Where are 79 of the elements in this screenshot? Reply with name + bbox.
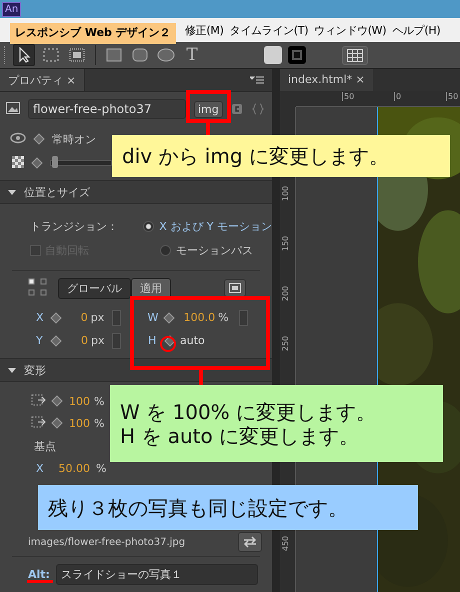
- disclosure-triangle-icon[interactable]: [8, 368, 16, 372]
- unit-label[interactable]: %: [94, 394, 112, 408]
- mode-toggle[interactable]: 適用: [131, 278, 171, 298]
- disclosure-triangle-icon[interactable]: [8, 190, 16, 194]
- app-icon: An: [2, 2, 22, 16]
- alt-label: Alt:: [28, 568, 50, 580]
- mode-toggle[interactable]: グローバル: [58, 278, 131, 298]
- scale-value[interactable]: 100: [68, 394, 90, 408]
- callout-note: div から img に変更します。: [112, 135, 450, 177]
- alt-text-field[interactable]: スライドショーの写真１: [56, 564, 258, 584]
- ruler-label: 50: [342, 92, 354, 101]
- document-tab[interactable]: index.html* ×: [280, 69, 373, 91]
- class-icon[interactable]: [230, 103, 243, 115]
- keyframe-icon[interactable]: [31, 157, 43, 169]
- highlight-circle: [160, 336, 176, 352]
- menu-item[interactable]: タイムライン(T): [226, 22, 312, 38]
- menu-item[interactable]: ウィンドウ(W): [311, 22, 390, 38]
- field-label: X: [36, 311, 45, 324]
- unit-label[interactable]: %: [94, 416, 112, 430]
- ruler-label: 250: [281, 336, 290, 352]
- field-label: H: [148, 334, 158, 347]
- unit-label[interactable]: %: [218, 311, 236, 324]
- fill-color-swatch[interactable]: [264, 46, 282, 64]
- keyframe-icon[interactable]: [50, 334, 62, 346]
- image-path: images/flower-free-photo37.jpg: [28, 536, 186, 548]
- element-name-field[interactable]: flower-free-photo37: [28, 99, 186, 119]
- unit-label[interactable]: px: [90, 311, 109, 324]
- origin-label: 基点: [34, 438, 56, 454]
- field-label: Y: [36, 334, 44, 347]
- panel-tab[interactable]: プロパティ ×: [0, 69, 84, 91]
- ruler-label: 200: [281, 286, 290, 302]
- section-header[interactable]: 変形: [0, 358, 272, 382]
- callout-note: W を 100% に変更します。 H を auto に変更します。: [110, 385, 443, 462]
- radio-button[interactable]: モーションパス: [160, 242, 253, 258]
- stroke-color-swatch[interactable]: [288, 46, 306, 64]
- section-title: 位置とサイズ: [24, 184, 90, 200]
- highlight-underline: [27, 580, 53, 583]
- project-badge: レスポンシブ Web デザイン２: [10, 23, 176, 44]
- swap-icon[interactable]: [238, 532, 262, 552]
- close-icon[interactable]: ×: [66, 74, 76, 87]
- field-label: X: [36, 462, 45, 474]
- keyframe-icon[interactable]: [50, 312, 62, 324]
- transition-label: トランジション：: [30, 218, 119, 234]
- checker-icon: [12, 156, 24, 170]
- arrow-tool-icon[interactable]: [13, 44, 35, 66]
- ruler-label: 150: [281, 236, 290, 252]
- highlight-frame: [186, 90, 231, 123]
- close-icon[interactable]: ×: [356, 73, 365, 86]
- scale-value[interactable]: 100: [68, 416, 90, 430]
- unit-label[interactable]: %: [96, 462, 114, 474]
- origin-x-value[interactable]: 50.00: [52, 462, 90, 474]
- keyframe-icon[interactable]: [51, 395, 63, 407]
- unit-label[interactable]: px: [91, 334, 109, 347]
- width-value[interactable]: 100.0: [179, 311, 216, 324]
- menu-item[interactable]: 修正(M): [182, 22, 227, 38]
- image-icon: [6, 102, 20, 116]
- callout-note: 残り３枚の写真も同じ設定です。: [38, 485, 418, 530]
- braces-icon[interactable]: [250, 103, 265, 115]
- radio-button[interactable]: X および Y モーション: [143, 218, 272, 234]
- layout-preset-icon[interactable]: [224, 279, 246, 297]
- field-label: W: [148, 311, 160, 324]
- y-value[interactable]: 0: [66, 334, 88, 347]
- section-header[interactable]: 位置とサイズ: [0, 180, 272, 204]
- slider-thumb[interactable]: [52, 156, 58, 168]
- ruler-label: 50: [446, 92, 458, 101]
- grid-icon[interactable]: [342, 46, 368, 64]
- x-value[interactable]: 0: [66, 311, 88, 324]
- ruler-label: 0: [394, 92, 402, 101]
- origin-grid-icon[interactable]: [28, 278, 48, 298]
- text-tool[interactable]: T: [182, 45, 202, 65]
- height-value[interactable]: auto: [180, 334, 205, 347]
- menu-item[interactable]: ヘルプ(H): [389, 22, 444, 38]
- tag-dropdown[interactable]: img: [194, 100, 223, 118]
- ruler-label: 100: [281, 186, 290, 202]
- ruler-label: 450: [281, 536, 290, 552]
- keyframe-icon[interactable]: [51, 417, 63, 429]
- keyframe-icon[interactable]: [33, 133, 45, 145]
- visibility-dropdown[interactable]: 常時オン: [52, 132, 96, 146]
- section-title: 変形: [24, 362, 46, 378]
